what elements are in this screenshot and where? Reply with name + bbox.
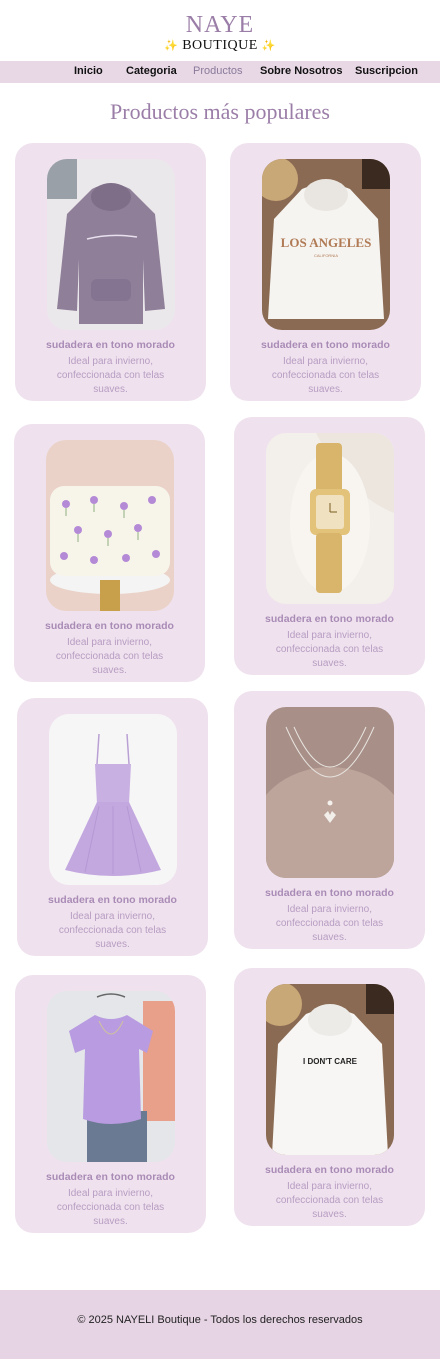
product-title: sudadera en tono morado (261, 339, 390, 351)
brand-name: NAYE (185, 12, 255, 38)
butterfly-necklace-photo[interactable] (265, 707, 394, 878)
product-description: Ideal para invierno, confeccionada con t… (55, 637, 164, 676)
hoodie-print-subtext: CALIFORNIA (313, 253, 337, 258)
hoodie-print-text: LOS ANGELES (280, 235, 371, 250)
white-i-dont-care-hoodie-photo[interactable]: I DON'T CARE (265, 984, 394, 1155)
product-card[interactable]: sudadera en tono morado Ideal para invie… (17, 698, 208, 956)
lilac-dress-photo[interactable] (48, 714, 177, 885)
product-title: sudadera en tono morado (48, 894, 177, 906)
product-title: sudadera en tono morado (46, 1171, 175, 1183)
product-description: Ideal para invierno, confeccionada con t… (275, 1181, 384, 1220)
sparkle-icon: ✨ (164, 40, 179, 52)
brand-subtitle: BOUTIQUE (182, 38, 258, 53)
product-description: Ideal para invierno, confeccionada con t… (58, 911, 167, 950)
sparkle-icon: ✨ (261, 40, 276, 52)
nav-item-productos[interactable]: Productos (193, 65, 243, 77)
main-nav: Inicio Categoria Productos Sobre Nosotro… (0, 61, 440, 83)
white-los-angeles-hoodie-photo[interactable]: LOS ANGELES CALIFORNIA (261, 159, 390, 330)
gold-watch-photo[interactable] (265, 433, 394, 604)
lilac-tshirt-photo[interactable] (46, 991, 175, 1162)
product-description: Ideal para invierno, confeccionada con t… (271, 356, 380, 395)
product-card[interactable]: sudadera en tono morado Ideal para invie… (234, 691, 425, 949)
hoodie-print-text: I DON'T CARE (303, 1057, 358, 1066)
section-title: Productos más populares (110, 99, 330, 124)
nav-item-suscripcion[interactable]: Suscripcion (355, 65, 418, 77)
product-card[interactable]: sudadera en tono morado Ideal para invie… (14, 424, 205, 682)
product-card[interactable]: sudadera en tono morado Ideal para invie… (234, 417, 425, 675)
product-title: sudadera en tono morado (46, 339, 175, 351)
nav-item-categoria[interactable]: Categoria (126, 65, 177, 77)
product-description: Ideal para invierno, confeccionada con t… (275, 630, 384, 669)
product-card[interactable]: LOS ANGELES CALIFORNIA sudadera en tono … (230, 143, 421, 401)
nav-item-sobre-nosotros[interactable]: Sobre Nosotros (260, 65, 343, 77)
nav-item-inicio[interactable]: Inicio (74, 65, 103, 77)
footer: © 2025 NAYELI Boutique - Todos los derec… (0, 1290, 440, 1359)
product-title: sudadera en tono morado (265, 1164, 394, 1176)
floral-pouch-photo[interactable] (45, 440, 174, 611)
product-description: Ideal para invierno, confeccionada con t… (56, 1188, 165, 1227)
product-title: sudadera en tono morado (265, 887, 394, 899)
purple-hoodie-photo[interactable] (46, 159, 175, 330)
product-title: sudadera en tono morado (45, 620, 174, 632)
product-card[interactable]: sudadera en tono morado Ideal para invie… (15, 975, 206, 1233)
brand-subtitle-row: ✨ BOUTIQUE ✨ (0, 38, 440, 54)
product-title: sudadera en tono morado (265, 613, 394, 625)
product-card[interactable]: I DON'T CARE sudadera en tono morado Ide… (234, 968, 425, 1226)
product-description: Ideal para invierno, confeccionada con t… (56, 356, 165, 395)
product-description: Ideal para invierno, confeccionada con t… (275, 904, 384, 943)
product-card[interactable]: sudadera en tono morado Ideal para invie… (15, 143, 206, 401)
footer-copyright: © 2025 NAYELI Boutique - Todos los derec… (77, 1314, 363, 1326)
brand-logo[interactable]: NAYE ✨ BOUTIQUE ✨ (0, 12, 440, 54)
